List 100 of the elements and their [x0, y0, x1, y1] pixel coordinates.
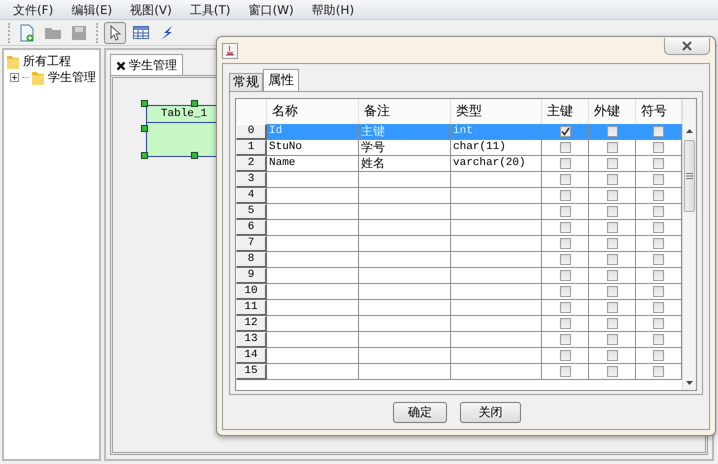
tab[interactable]: 属性 — [263, 69, 299, 91]
table-cell[interactable] — [267, 172, 359, 188]
checkbox[interactable] — [560, 158, 570, 169]
checkbox[interactable] — [560, 318, 570, 329]
menu-item[interactable]: 文件(F) — [4, 0, 62, 20]
row-number[interactable]: 5 — [236, 204, 267, 220]
checkbox[interactable] — [653, 254, 664, 265]
row-number[interactable]: 8 — [236, 252, 267, 268]
checkbox[interactable] — [653, 350, 664, 361]
checkbox[interactable] — [606, 318, 618, 329]
scroll-up-icon[interactable] — [686, 129, 693, 133]
editor-tab[interactable]: 学生管理 — [110, 54, 183, 75]
resize-handle[interactable] — [141, 125, 148, 132]
table-cell[interactable] — [451, 236, 542, 252]
table-cell[interactable] — [359, 364, 451, 380]
table-cell[interactable] — [451, 252, 542, 268]
row-number[interactable]: 9 — [236, 268, 267, 284]
table-cell[interactable] — [359, 220, 451, 236]
checkbox[interactable] — [606, 270, 618, 281]
checkbox[interactable] — [653, 334, 664, 345]
table-cell[interactable] — [267, 252, 359, 268]
checkbox[interactable] — [606, 126, 618, 137]
table-cell[interactable] — [451, 172, 542, 188]
table-cell[interactable] — [359, 300, 451, 316]
table-cell[interactable] — [451, 268, 542, 284]
menu-item[interactable]: 窗口(W) — [240, 0, 303, 20]
tab[interactable]: 常规 — [229, 73, 263, 91]
scroll-down-icon[interactable] — [686, 381, 693, 385]
checkbox[interactable] — [560, 142, 570, 153]
checkbox[interactable] — [606, 158, 618, 169]
table-cell[interactable] — [359, 172, 451, 188]
checkbox[interactable] — [560, 366, 570, 377]
close-button[interactable] — [664, 38, 710, 54]
checkbox[interactable] — [653, 366, 664, 377]
row-number[interactable]: 7 — [236, 236, 267, 252]
table-cell[interactable] — [359, 316, 451, 332]
pointer-button[interactable] — [104, 22, 126, 44]
checkbox[interactable] — [560, 126, 570, 137]
table-cell[interactable]: char(11) — [451, 140, 542, 156]
menu-item[interactable]: 视图(V) — [121, 0, 181, 20]
row-number[interactable]: 13 — [236, 332, 267, 348]
table-cell[interactable] — [359, 284, 451, 300]
table-cell[interactable]: 学号 — [359, 140, 451, 156]
row-number[interactable]: 0 — [236, 124, 267, 140]
table-cell[interactable]: 姓名 — [359, 156, 451, 172]
checkbox[interactable] — [653, 270, 664, 281]
checkbox[interactable] — [653, 190, 664, 201]
table-cell[interactable] — [451, 204, 542, 220]
resize-handle[interactable] — [141, 152, 148, 159]
checkbox[interactable] — [560, 206, 570, 217]
checkbox[interactable] — [560, 350, 570, 361]
table-cell[interactable] — [267, 332, 359, 348]
table-cell[interactable]: varchar(20) — [451, 156, 542, 172]
menu-item[interactable]: 帮助(H) — [302, 0, 364, 20]
checkbox[interactable] — [606, 222, 618, 233]
table-cell[interactable] — [267, 204, 359, 220]
table-cell[interactable] — [359, 252, 451, 268]
resize-handle[interactable] — [191, 152, 198, 159]
checkbox[interactable] — [560, 334, 570, 345]
checkbox[interactable] — [653, 126, 664, 137]
checkbox[interactable] — [653, 302, 664, 313]
checkbox[interactable] — [560, 238, 570, 249]
checkbox[interactable] — [653, 158, 664, 169]
scroll-thumb[interactable] — [684, 140, 695, 212]
row-number[interactable]: 14 — [236, 348, 267, 364]
checkbox[interactable] — [606, 174, 618, 185]
row-number[interactable]: 2 — [236, 156, 267, 172]
table-cell[interactable] — [451, 284, 542, 300]
table-cell[interactable]: Name — [267, 156, 359, 172]
table-cell[interactable] — [267, 268, 359, 284]
table-cell[interactable] — [267, 220, 359, 236]
ok-button[interactable]: 确定 — [393, 402, 447, 422]
table-cell[interactable] — [359, 332, 451, 348]
table-cell[interactable] — [359, 204, 451, 220]
row-number[interactable]: 12 — [236, 316, 267, 332]
table-cell[interactable] — [267, 316, 359, 332]
checkbox[interactable] — [606, 142, 618, 153]
checkbox[interactable] — [606, 206, 618, 217]
table-cell[interactable] — [267, 364, 359, 380]
checkbox[interactable] — [560, 302, 570, 313]
table-cell[interactable] — [359, 236, 451, 252]
table-cell[interactable] — [451, 220, 542, 236]
checkbox[interactable] — [606, 238, 618, 249]
checkbox[interactable] — [606, 190, 618, 201]
table-cell[interactable] — [451, 316, 542, 332]
table-cell[interactable] — [451, 188, 542, 204]
checkbox[interactable] — [606, 366, 618, 377]
scrollbar[interactable] — [682, 99, 696, 390]
resize-handle[interactable] — [141, 100, 148, 107]
checkbox[interactable] — [653, 318, 664, 329]
checkbox[interactable] — [560, 286, 570, 297]
checkbox[interactable] — [653, 174, 664, 185]
checkbox[interactable] — [606, 350, 618, 361]
tree-item[interactable]: 学生管理 — [48, 68, 96, 86]
table-cell[interactable] — [451, 332, 542, 348]
checkbox[interactable] — [653, 238, 664, 249]
checkbox[interactable] — [560, 270, 570, 281]
table-cell[interactable] — [451, 348, 542, 364]
table-cell[interactable] — [267, 188, 359, 204]
menu-item[interactable]: 编辑(E) — [62, 0, 122, 20]
